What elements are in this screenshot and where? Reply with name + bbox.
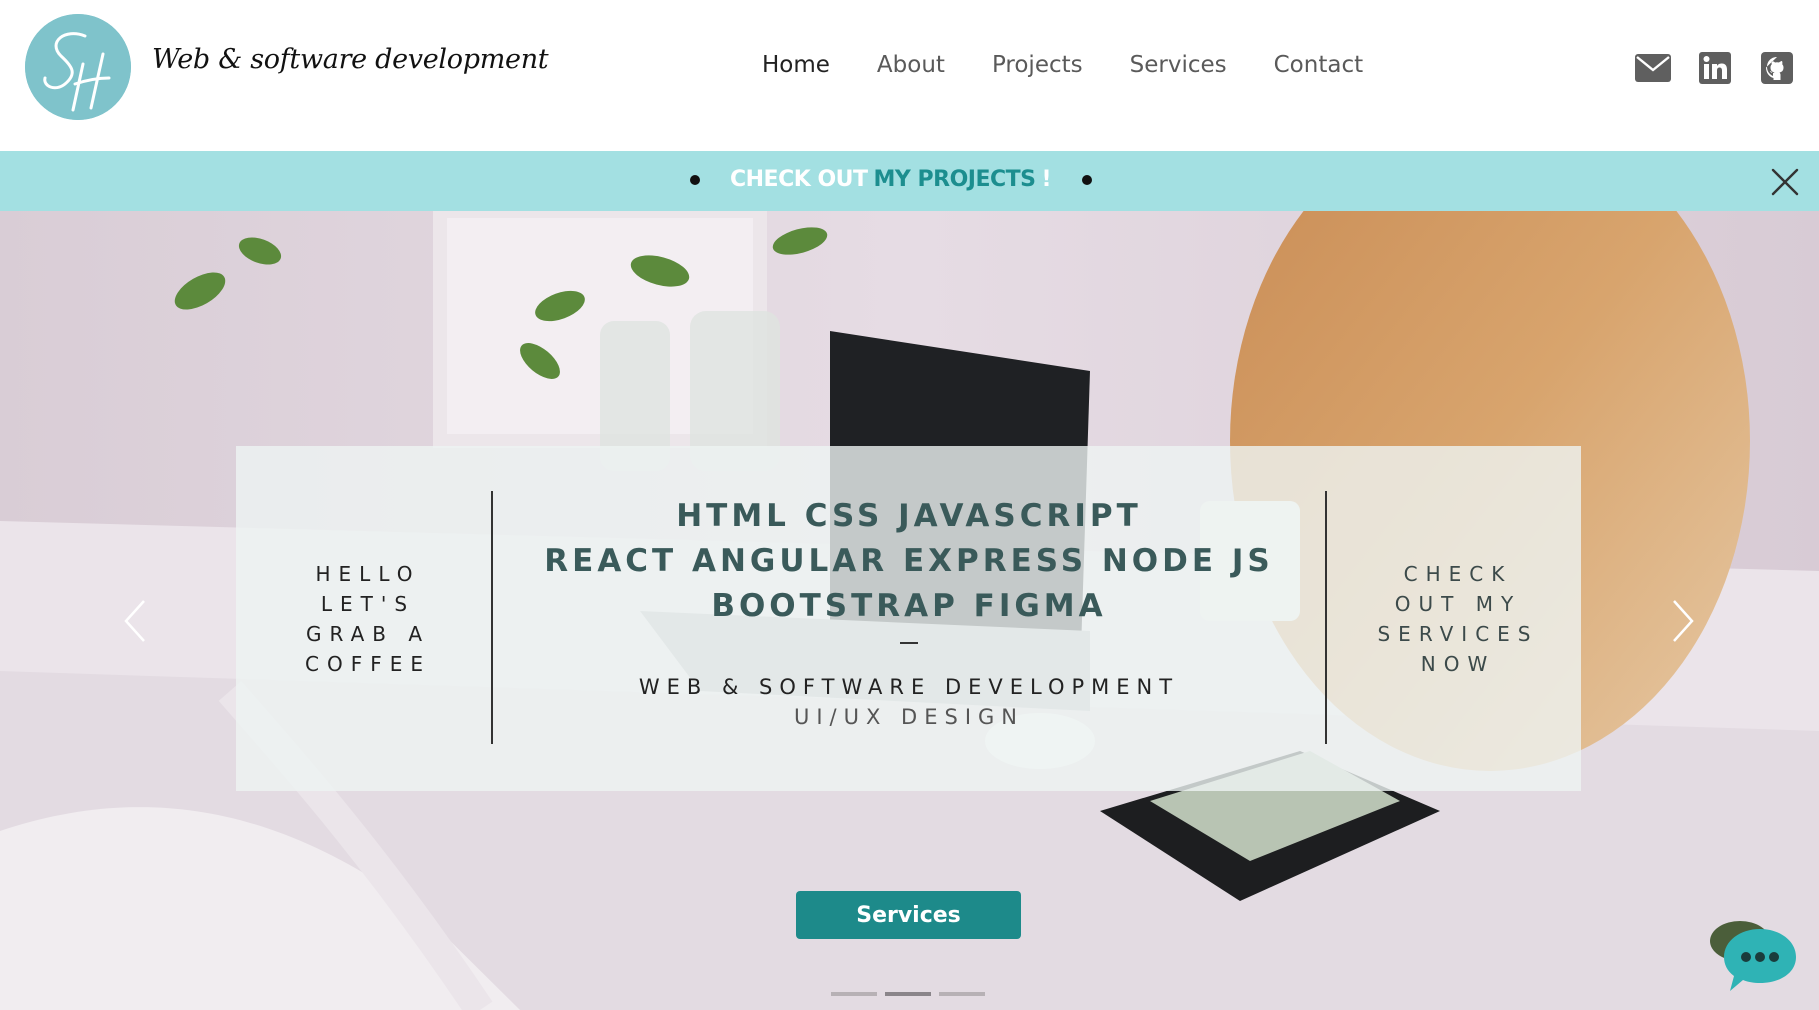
nav-projects[interactable]: Projects xyxy=(992,52,1083,78)
services-button[interactable]: Services xyxy=(796,891,1021,939)
carousel-next-icon[interactable] xyxy=(1668,596,1698,646)
nav-home[interactable]: Home xyxy=(762,52,830,78)
carousel-indicator[interactable] xyxy=(831,992,877,996)
hero-text-panel: HELLO LET'S GRAB A COFFEE HTML CSS JAVAS… xyxy=(236,446,1581,791)
social-links xyxy=(1635,52,1795,84)
logo[interactable] xyxy=(25,14,131,120)
announcement-link-projects[interactable]: MY PROJECTS xyxy=(874,167,1036,192)
bullet-icon xyxy=(690,174,700,185)
announcement-message[interactable]: CHECK OUT MY PROJECTS ! xyxy=(690,167,1122,192)
summary-line: UI/UX DESIGN xyxy=(793,705,1024,729)
skills-line: BOOTSTRAP FIGMA xyxy=(711,588,1107,624)
github-icon[interactable] xyxy=(1759,52,1795,84)
nav-contact[interactable]: Contact xyxy=(1274,52,1363,78)
announcement-text-part1: CHECK OUT xyxy=(730,167,868,192)
services-summary: WEB & SOFTWARE DEVELOPMENT UI/UX DESIGN xyxy=(492,672,1326,732)
cta-line: NOW xyxy=(1420,651,1496,676)
greeting-text: HELLO LET'S GRAB A COFFEE xyxy=(236,446,492,791)
announcement-banner: CHECK OUT MY PROJECTS ! xyxy=(0,151,1819,211)
skills-line: HTML CSS JAVASCRIPT xyxy=(676,498,1142,534)
announcement-text-part3: ! xyxy=(1041,167,1052,192)
greeting-line: COFFEE xyxy=(305,651,431,676)
carousel-prev-icon[interactable] xyxy=(120,596,150,646)
site-header: Web & software development Home About Pr… xyxy=(0,0,1819,151)
nav-about[interactable]: About xyxy=(877,52,945,78)
email-icon[interactable] xyxy=(1635,52,1671,84)
linkedin-icon[interactable] xyxy=(1697,52,1733,84)
close-icon[interactable] xyxy=(1770,167,1800,197)
cta-line: CHECK xyxy=(1403,561,1513,586)
summary-line: WEB & SOFTWARE DEVELOPMENT xyxy=(638,675,1180,699)
carousel-indicator[interactable] xyxy=(939,992,985,996)
greeting-line: LET'S xyxy=(320,591,416,616)
nav-services[interactable]: Services xyxy=(1130,52,1227,78)
skills-list: HTML CSS JAVASCRIPT REACT ANGULAR EXPRES… xyxy=(492,494,1326,629)
brand-name[interactable]: Web & software development xyxy=(152,44,549,75)
greeting-line: GRAB A xyxy=(305,621,431,646)
skills-line: REACT ANGULAR EXPRESS NODE JS xyxy=(544,543,1274,579)
skills-block: HTML CSS JAVASCRIPT REACT ANGULAR EXPRES… xyxy=(492,446,1326,791)
greeting-line: HELLO xyxy=(315,561,421,586)
separator-dash xyxy=(900,642,918,644)
cta-text: CHECK OUT MY SERVICES NOW xyxy=(1326,446,1582,791)
hero-carousel: HELLO LET'S GRAB A COFFEE HTML CSS JAVAS… xyxy=(0,211,1819,1010)
chat-bubble-icon[interactable] xyxy=(1720,921,1800,1001)
carousel-indicator-active[interactable] xyxy=(885,992,931,996)
carousel-indicators xyxy=(831,992,993,996)
main-nav: Home About Projects Services Contact xyxy=(762,52,1410,78)
cta-line: OUT MY xyxy=(1394,591,1522,616)
bullet-icon xyxy=(1081,174,1092,185)
cta-line: SERVICES xyxy=(1377,621,1539,646)
